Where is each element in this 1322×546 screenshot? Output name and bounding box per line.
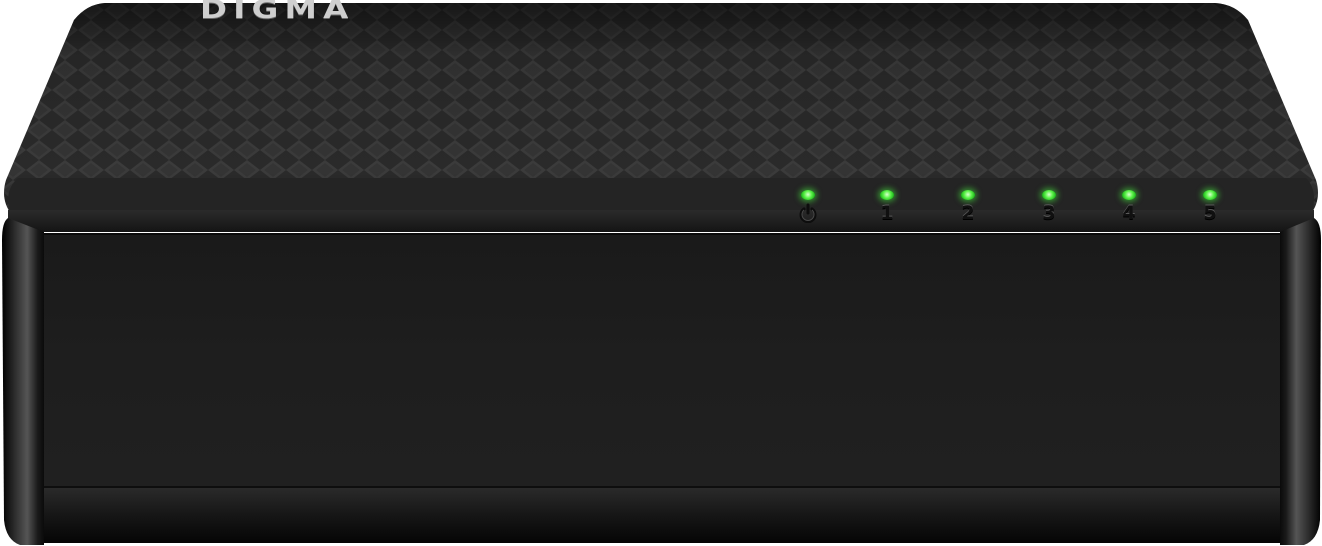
port-label: 5	[1203, 202, 1217, 224]
power-led	[801, 190, 815, 200]
indicator-port-4: 4	[1110, 186, 1150, 226]
port-label: 1	[880, 202, 894, 224]
indicator-port-1: 1	[868, 186, 908, 226]
port-led	[1042, 190, 1056, 200]
port-led	[1122, 190, 1136, 200]
port-label: 4	[1122, 202, 1136, 224]
indicator-power	[789, 186, 829, 226]
port-led	[880, 190, 894, 200]
port-led	[1203, 190, 1217, 200]
power-icon	[799, 203, 817, 223]
indicator-port-5: 5	[1191, 186, 1231, 226]
indicator-port-2: 2	[949, 186, 989, 226]
indicator-port-3: 3	[1030, 186, 1070, 226]
port-label: 3	[1042, 202, 1056, 224]
port-label: 2	[961, 202, 975, 224]
port-led	[961, 190, 975, 200]
product-photo: DIGMA 1 2 3 4 5	[0, 0, 1322, 546]
network-switch	[2, 3, 1321, 545]
brand-logo: DIGMA	[200, 0, 355, 25]
